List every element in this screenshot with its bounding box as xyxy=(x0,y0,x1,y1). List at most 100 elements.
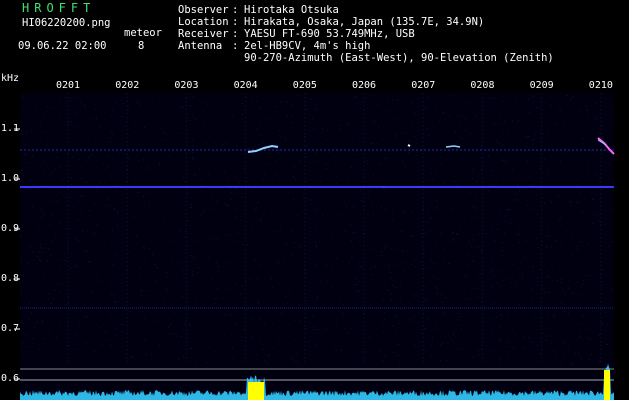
noise-speck xyxy=(237,187,239,189)
noise-speck xyxy=(370,142,372,144)
noise-speck xyxy=(475,288,477,290)
noise-speck xyxy=(469,132,471,134)
noise-speck xyxy=(350,328,352,330)
noise-speck xyxy=(45,157,47,159)
noise-speck xyxy=(183,323,185,325)
noise-speck xyxy=(138,202,140,204)
noise-speck xyxy=(593,213,595,215)
noise-speck xyxy=(301,244,303,246)
noise-speck xyxy=(190,255,192,257)
noise-speck xyxy=(501,159,503,161)
noise-speck xyxy=(305,303,307,305)
noise-speck xyxy=(415,142,417,144)
noise-speck xyxy=(555,240,557,241)
noise-speck xyxy=(235,144,237,146)
noise-speck xyxy=(372,119,374,121)
noise-speck xyxy=(460,328,462,330)
noise-speck xyxy=(195,175,197,176)
noise-speck xyxy=(380,210,382,212)
noise-speck xyxy=(289,289,291,291)
noise-speck xyxy=(492,308,494,310)
noise-speck xyxy=(159,204,161,206)
noise-speck xyxy=(383,331,385,333)
noise-speck xyxy=(552,279,553,281)
noise-speck xyxy=(69,228,71,229)
noise-speck xyxy=(434,109,436,111)
noise-speck xyxy=(296,214,298,216)
noise-speck xyxy=(502,254,504,256)
noise-speck xyxy=(316,329,318,330)
noise-speck xyxy=(306,179,308,181)
noise-speck xyxy=(23,175,25,177)
noise-speck xyxy=(127,105,129,107)
noise-speck xyxy=(332,242,334,244)
noise-speck xyxy=(50,254,52,256)
noise-speck xyxy=(549,235,551,237)
noise-speck xyxy=(298,304,300,306)
noise-speck xyxy=(97,280,99,282)
noise-speck xyxy=(437,278,439,280)
noise-speck xyxy=(110,130,112,132)
noise-speck xyxy=(522,336,524,338)
noise-speck xyxy=(190,204,192,206)
noise-speck xyxy=(47,298,49,300)
noise-speck xyxy=(54,168,56,170)
noise-speck xyxy=(466,129,468,131)
noise-speck xyxy=(587,242,589,244)
noise-speck xyxy=(436,245,438,247)
noise-speck xyxy=(87,269,89,270)
noise-speck xyxy=(421,247,423,249)
noise-speck xyxy=(512,348,514,349)
noise-speck xyxy=(205,227,207,229)
noise-speck xyxy=(218,266,220,268)
noise-speck xyxy=(140,144,142,146)
noise-speck xyxy=(576,178,578,180)
noise-speck xyxy=(388,267,390,269)
noise-speck xyxy=(316,246,318,248)
noise-speck xyxy=(538,247,539,249)
noise-speck xyxy=(331,266,333,268)
noise-speck xyxy=(419,341,421,343)
noise-speck xyxy=(548,168,550,170)
noise-speck xyxy=(424,300,426,302)
noise-speck xyxy=(497,223,499,225)
noise-speck xyxy=(610,209,612,211)
noise-speck xyxy=(563,121,565,123)
noise-speck xyxy=(39,258,41,260)
noise-speck xyxy=(20,292,22,294)
noise-speck xyxy=(274,174,276,176)
noise-speck xyxy=(225,314,226,316)
noise-speck xyxy=(515,199,517,201)
noise-speck xyxy=(459,347,461,349)
noise-speck xyxy=(138,179,139,181)
noise-speck xyxy=(468,298,470,300)
noise-speck xyxy=(53,201,54,203)
noise-speck xyxy=(214,303,216,305)
noise-speck xyxy=(178,155,180,157)
noise-speck xyxy=(129,327,131,329)
noise-speck xyxy=(572,292,573,294)
noise-speck xyxy=(191,274,193,276)
noise-speck xyxy=(403,131,405,133)
noise-speck xyxy=(402,250,404,252)
noise-speck xyxy=(314,105,315,107)
noise-speck xyxy=(474,208,476,210)
noise-speck xyxy=(499,339,500,341)
noise-speck xyxy=(70,97,72,99)
noise-speck xyxy=(363,314,365,316)
noise-speck xyxy=(287,192,289,194)
noise-speck xyxy=(137,143,139,145)
noise-speck xyxy=(164,298,165,300)
noise-speck xyxy=(411,263,413,265)
noise-speck xyxy=(395,133,397,135)
noise-speck xyxy=(608,162,610,164)
noise-speck xyxy=(499,115,501,117)
noise-speck xyxy=(431,344,433,346)
noise-speck xyxy=(260,255,261,257)
noise-speck xyxy=(504,221,506,223)
noise-speck xyxy=(178,358,180,360)
noise-speck xyxy=(582,279,584,281)
noise-speck xyxy=(202,343,204,345)
noise-speck xyxy=(127,170,128,171)
noise-speck xyxy=(491,359,493,361)
